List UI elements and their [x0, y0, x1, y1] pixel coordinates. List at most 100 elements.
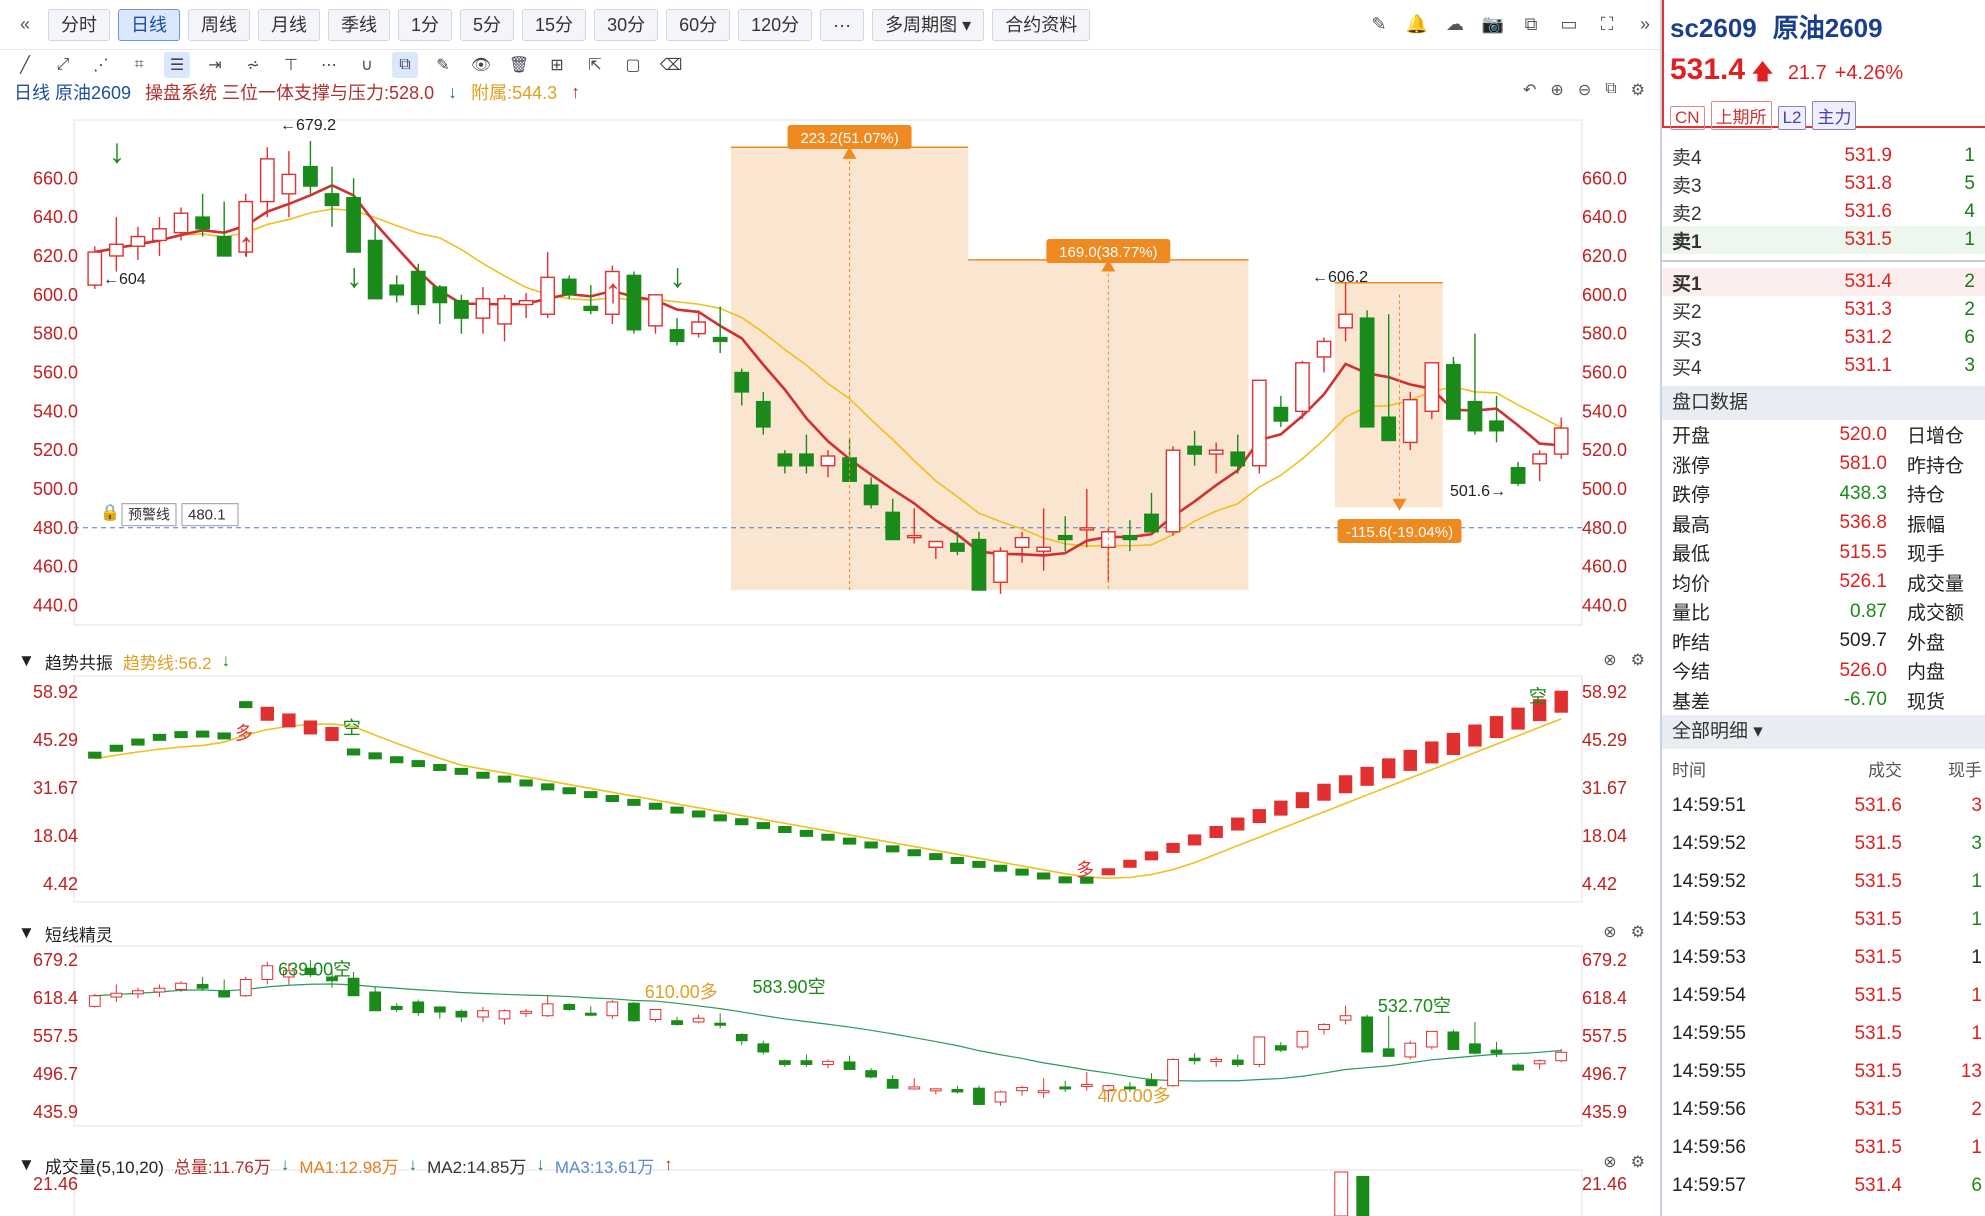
candle-body[interactable] [518, 299, 534, 306]
collapse-icon[interactable]: ▼ [18, 651, 35, 671]
candle-body[interactable] [454, 299, 469, 319]
candle-body[interactable] [1036, 546, 1052, 552]
candle-body[interactable] [87, 251, 103, 286]
y-tick-left: 520.0 [33, 440, 78, 460]
candle-body[interactable] [1295, 362, 1310, 413]
candle-body[interactable] [1165, 449, 1181, 533]
candle-body[interactable] [863, 484, 879, 506]
candle-body[interactable] [993, 550, 1008, 583]
sell-row[interactable]: 卖4 531.9 1 [1662, 142, 1985, 170]
candle-body[interactable] [712, 336, 728, 343]
trade-row[interactable]: 14:59:56 531.5 2 [1662, 1091, 1985, 1129]
candle-body[interactable] [626, 274, 642, 331]
settings-icon[interactable]: ⚙ [1631, 1152, 1645, 1172]
candle-body[interactable] [669, 329, 685, 343]
candle-body[interactable] [1230, 451, 1246, 467]
candle-body[interactable] [1122, 534, 1138, 541]
candle-body[interactable] [583, 305, 599, 312]
candle-body[interactable] [130, 235, 146, 247]
candle-body[interactable] [1553, 427, 1569, 455]
trade-row[interactable]: 14:59:55 531.5 13 [1662, 1053, 1985, 1091]
candle-body[interactable] [1359, 317, 1375, 428]
candle-body[interactable] [216, 235, 232, 257]
candle-body[interactable] [1402, 398, 1418, 444]
candle-body[interactable] [799, 453, 814, 467]
buy-row[interactable]: 买3 531.2 6 [1662, 324, 1985, 352]
candle-body[interactable] [1467, 400, 1483, 432]
candle-body[interactable] [303, 165, 318, 187]
candle-body[interactable] [389, 284, 405, 296]
trade-row[interactable]: 14:59:52 531.5 1 [1662, 863, 1985, 901]
candle-body[interactable] [1381, 416, 1397, 442]
trade-row[interactable]: 14:59:56 531.5 1 [1662, 1129, 1985, 1167]
candle-body[interactable] [540, 276, 556, 315]
candle-body[interactable] [1273, 406, 1289, 422]
candle-body[interactable] [367, 239, 383, 300]
sell-row[interactable]: 卖1 531.5 1 [1662, 226, 1985, 254]
candle-body[interactable] [1489, 420, 1504, 432]
buy-row[interactable]: 买4 531.1 3 [1662, 352, 1985, 380]
candle-body[interactable] [1338, 313, 1353, 329]
candle-body[interactable] [971, 538, 987, 591]
candle-body[interactable] [195, 216, 210, 230]
trend-pane: 58.92 58.92 45.29 45.29 31.67 31.67 18.04 18.04… [33, 675, 1627, 903]
trade-row[interactable]: 14:59:53 531.5 1 [1662, 901, 1985, 939]
sell-row[interactable]: 卖2 531.6 4 [1662, 198, 1985, 226]
lock-icon[interactable]: 🔒 [100, 504, 120, 522]
candle-body[interactable] [950, 542, 965, 552]
settings-icon[interactable]: ⚙ [1631, 650, 1645, 670]
candle-body[interactable] [885, 511, 901, 541]
trade-row[interactable]: 14:59:53 531.5 1 [1662, 939, 1985, 977]
candle-body[interactable] [906, 534, 922, 539]
candle-body[interactable] [432, 286, 448, 304]
collapse-icon[interactable]: ▼ [18, 1155, 35, 1175]
candle-body[interactable] [346, 196, 361, 253]
candle-body[interactable] [108, 243, 124, 257]
candle-body[interactable] [1014, 536, 1030, 549]
candle-body[interactable] [173, 212, 189, 234]
candle-body[interactable] [1532, 453, 1548, 465]
candle-body[interactable] [410, 270, 426, 306]
candle-body[interactable] [1251, 379, 1267, 467]
collapse-icon[interactable]: ▼ [18, 923, 35, 943]
buy-row[interactable]: 买2 531.3 2 [1662, 296, 1985, 324]
candle-body[interactable] [734, 371, 750, 393]
candle-body[interactable] [1316, 340, 1332, 358]
last-price: 531.4 [1670, 53, 1746, 86]
candle-body[interactable] [324, 193, 340, 207]
candle-body[interactable] [1057, 534, 1073, 541]
trade-list[interactable]: 14:59:51 531.6 3 14:59:52 531.5 3 14:59:52 531.… [1662, 787, 1985, 1205]
candle-body[interactable] [755, 400, 771, 428]
candle-body[interactable] [259, 158, 275, 203]
candle-body[interactable] [1187, 445, 1202, 455]
trade-row[interactable]: 14:59:51 531.6 3 [1662, 787, 1985, 825]
buy-row[interactable]: 买1 531.4 2 [1662, 268, 1985, 296]
candle-body[interactable] [1510, 466, 1526, 484]
candle-body[interactable] [1144, 513, 1159, 533]
candle-body[interactable] [1424, 362, 1440, 413]
settings-icon[interactable]: ⚙ [1631, 922, 1645, 942]
close-icon[interactable]: ⊗ [1603, 1152, 1616, 1172]
sell-row[interactable]: 卖3 531.8 5 [1662, 170, 1985, 198]
candle-body[interactable] [691, 321, 706, 335]
candle-body[interactable] [820, 455, 836, 467]
candle-body[interactable] [475, 297, 491, 319]
close-icon[interactable]: ⊗ [1603, 650, 1616, 670]
trade-row[interactable]: 14:59:57 531.4 6 [1662, 1167, 1985, 1205]
close-icon[interactable]: ⊗ [1603, 922, 1616, 942]
trade-row[interactable]: 14:59:52 531.5 3 [1662, 825, 1985, 863]
candle-body[interactable] [561, 278, 577, 296]
candle-body[interactable] [497, 297, 512, 325]
candle-body[interactable] [1079, 527, 1095, 531]
candle-body[interactable] [1208, 449, 1224, 455]
trade-row[interactable]: 14:59:54 531.5 1 [1662, 977, 1985, 1015]
candle-body[interactable] [928, 540, 944, 549]
candle-body[interactable] [648, 294, 663, 327]
trade-row[interactable]: 14:59:55 531.5 1 [1662, 1015, 1985, 1053]
candle-body[interactable] [777, 453, 793, 467]
candle-body[interactable] [281, 173, 297, 195]
candle-body[interactable] [152, 228, 167, 242]
detail-title[interactable]: 全部明细 ▾ [1662, 715, 1985, 749]
chart-canvas[interactable]: 660.0 660.0 640.0 640.0 620.0 620.0 600.0 600.0… [0, 0, 1660, 1216]
panel-value: 520.0 [1839, 423, 1887, 445]
